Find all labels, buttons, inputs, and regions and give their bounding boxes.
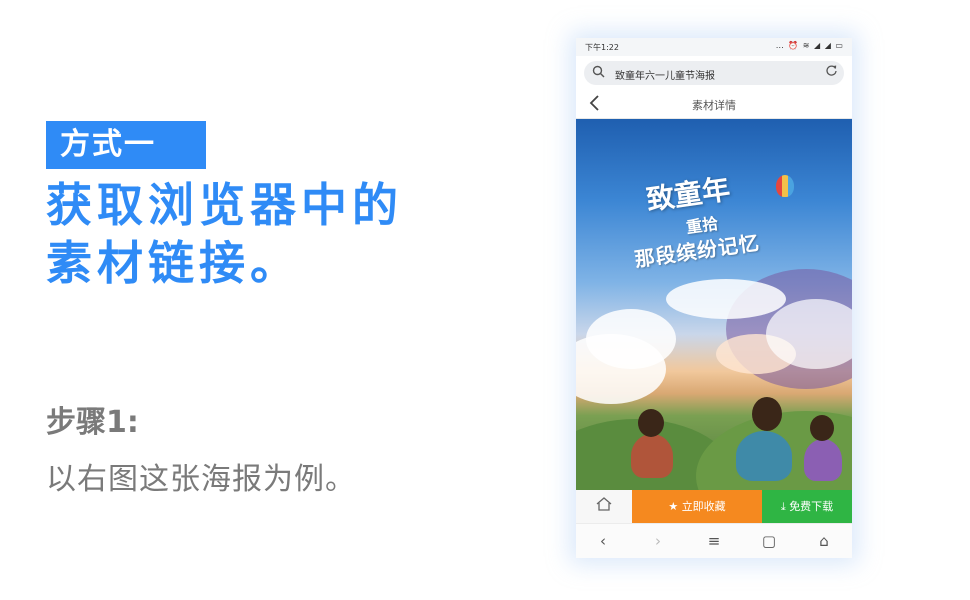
balloon-icon [776, 175, 794, 197]
phone-screen: 下午1:22 … ⏰ ≋ ◢ ◢ ▭ 致童年六一儿童节海报 素材详情 致童年 重… [576, 38, 852, 558]
star-icon: ★ [668, 500, 679, 513]
status-icons: … ⏰ ≋ ◢ ◢ ▭ [775, 41, 844, 50]
poster-image[interactable]: 致童年 重拾 那段缤纷记忆 [576, 119, 852, 490]
refresh-icon[interactable] [825, 64, 838, 81]
download-label: 免费下载 [789, 500, 834, 513]
child-figure [631, 434, 673, 478]
step-description: 以右图这张海报为例。 [46, 462, 356, 497]
search-icon [592, 65, 605, 81]
home-icon[interactable] [576, 490, 632, 523]
page-title: 素材详情 [692, 99, 736, 112]
child-head [752, 397, 782, 431]
child-figure [804, 439, 842, 481]
action-bar: ★ 立即收藏 ⤓ 免费下载 [576, 490, 852, 523]
browser-nav-bar: ‹ › ≡ ▢ ⌂ [576, 523, 852, 558]
headline-line-1: 获取浏览器中的 [46, 178, 403, 232]
status-time: 下午1:22 [585, 43, 619, 52]
child-head [810, 415, 834, 441]
nav-forward-icon[interactable]: › [643, 532, 673, 550]
child-figure [736, 431, 792, 481]
favorite-button[interactable]: ★ 立即收藏 [632, 490, 762, 523]
download-button[interactable]: ⤓ 免费下载 [762, 490, 852, 523]
headline: 获取浏览器中的 素材链接。 [46, 176, 516, 292]
step-title: 步骤1: [46, 405, 139, 440]
nav-back-icon[interactable]: ‹ [588, 532, 618, 550]
address-bar[interactable]: 致童年六一儿童节海报 [584, 61, 844, 85]
page-header: 素材详情 [576, 90, 852, 119]
address-text[interactable]: 致童年六一儿童节海报 [615, 67, 715, 82]
menu-icon[interactable]: ≡ [699, 532, 729, 550]
headline-line-2: 素材链接。 [46, 236, 301, 290]
nav-home-icon[interactable]: ⌂ [809, 532, 839, 550]
download-icon: ⤓ [780, 500, 786, 513]
favorite-label: 立即收藏 [681, 500, 726, 513]
method-badge: 方式一 [46, 121, 206, 169]
status-bar: 下午1:22 … ⏰ ≋ ◢ ◢ ▭ [576, 38, 852, 56]
tabs-icon[interactable]: ▢ [754, 532, 784, 550]
poster-title: 致童年 [644, 172, 733, 217]
child-head [638, 409, 664, 437]
